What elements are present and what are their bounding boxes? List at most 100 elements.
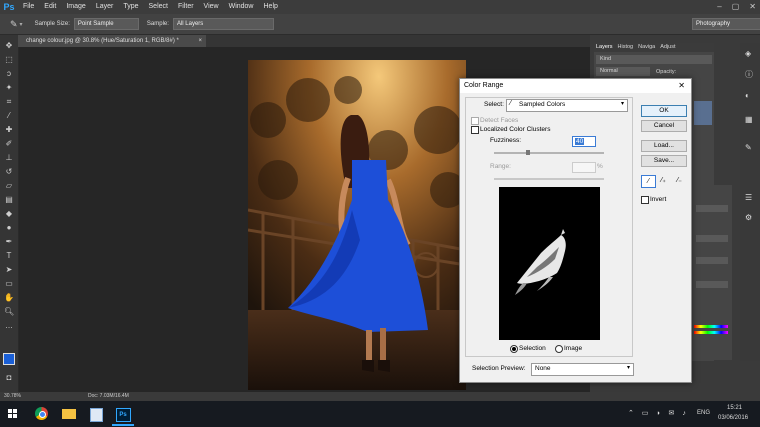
menu-file[interactable]: File <box>18 0 39 14</box>
fuzziness-input[interactable]: 40 <box>572 136 596 147</box>
range-unit: % <box>597 163 603 170</box>
path-select-icon[interactable]: ➤ <box>4 265 14 275</box>
sample-select[interactable]: All Layers <box>172 18 274 30</box>
tray-icons[interactable]: ⌃ ▭ ◗ ✉ ♪ <box>628 409 689 417</box>
selection-radio-label: Selection <box>519 345 546 352</box>
fuzziness-slider[interactable] <box>494 150 604 155</box>
layers-icon[interactable]: ◈ <box>745 49 755 59</box>
chevron-down-icon: ▾ <box>626 365 630 371</box>
selection-radio[interactable] <box>510 345 518 353</box>
clock-date[interactable]: 03/06/2016 <box>718 415 748 421</box>
tab-layers[interactable]: Layers <box>596 43 613 52</box>
close-icon[interactable]: ✕ <box>749 2 756 11</box>
tab-adjustments[interactable]: Adjust <box>660 43 675 52</box>
more-tools-icon[interactable]: … <box>4 321 14 331</box>
selection-preview[interactable] <box>499 187 600 340</box>
crop-tool-icon[interactable]: ⌗ <box>4 97 14 107</box>
localized-clusters-checkbox[interactable] <box>471 126 479 134</box>
dialog-title-bar: Color Range ✕ <box>460 79 691 93</box>
menu-type[interactable]: Type <box>118 0 143 14</box>
eraser-tool-icon[interactable]: ▱ <box>4 181 14 191</box>
history-brush-icon[interactable]: ↺ <box>4 167 14 177</box>
eyedropper-icon[interactable]: ⁄ <box>641 175 656 188</box>
fuzziness-label: Fuzziness: <box>490 137 522 144</box>
save-button[interactable]: Save... <box>641 155 687 167</box>
chrome-icon[interactable] <box>30 404 52 424</box>
photoshop-taskbar-icon[interactable]: Ps <box>112 404 134 426</box>
quick-mask-icon[interactable]: ◘ <box>4 373 14 383</box>
fuzziness-slider-thumb[interactable] <box>526 150 530 155</box>
image-radio[interactable] <box>555 345 563 353</box>
brush-tool-icon[interactable]: ✐ <box>4 139 14 149</box>
lasso-tool-icon[interactable]: ↄ <box>4 69 14 79</box>
windows-start-icon[interactable] <box>8 409 18 419</box>
cancel-button[interactable]: Cancel <box>641 120 687 132</box>
document-tab[interactable]: change colour.jpg @ 30.8% (Hue/Saturatio… <box>18 35 206 47</box>
load-button[interactable]: Load... <box>641 140 687 152</box>
menu-window[interactable]: Window <box>224 0 259 14</box>
info-icon[interactable]: ⓘ <box>745 69 755 79</box>
marquee-tool-icon[interactable]: ⬚ <box>4 55 14 65</box>
tab-navigator[interactable]: Naviga <box>638 43 655 52</box>
range-input[interactable] <box>572 162 596 173</box>
property-field[interactable] <box>696 235 728 242</box>
menu-select[interactable]: Select <box>144 0 173 14</box>
color-icon[interactable]: ◐ <box>745 91 755 101</box>
maximize-icon[interactable]: ▢ <box>732 2 740 11</box>
shape-tool-icon[interactable]: ▭ <box>4 279 14 289</box>
eyedropper-tool-icon[interactable]: ✎ <box>10 19 18 30</box>
zoom-level[interactable]: 30.78% <box>4 393 21 399</box>
select-dropdown[interactable]: ⁄ Sampled Colors ▾ <box>506 99 628 112</box>
dialog-close-icon[interactable]: ✕ <box>678 79 685 93</box>
menu-filter[interactable]: Filter <box>173 0 199 14</box>
type-tool-icon[interactable]: T <box>4 251 14 261</box>
clock-time[interactable]: 15:21 <box>727 405 742 411</box>
foreground-color-swatch[interactable] <box>3 353 15 365</box>
tab-histogram[interactable]: Histog <box>618 43 634 52</box>
blur-tool-icon[interactable]: ◆ <box>4 209 14 219</box>
layer-row-selected[interactable] <box>694 101 712 125</box>
move-tool-icon[interactable]: ✥ <box>4 41 14 51</box>
properties-icon[interactable]: ☰ <box>745 193 755 203</box>
notepad-icon[interactable] <box>85 404 107 424</box>
document-photo[interactable] <box>248 60 466 390</box>
sample-size-select[interactable]: Point Sample <box>73 18 139 30</box>
tool-preset-chevron-icon[interactable]: ▾ <box>20 21 23 28</box>
property-field[interactable] <box>696 257 728 264</box>
hue-spectrum-bar <box>694 331 728 334</box>
blend-mode-select[interactable]: Normal <box>596 67 650 76</box>
eyedropper-minus-icon[interactable]: ⁄₋ <box>673 175 686 186</box>
invert-checkbox[interactable] <box>641 196 649 204</box>
gradient-tool-icon[interactable]: ▤ <box>4 195 14 205</box>
pen-tool-icon[interactable]: ✒ <box>4 237 14 247</box>
property-field[interactable] <box>696 205 728 212</box>
workspace-select[interactable]: Photography <box>692 18 760 30</box>
hand-tool-icon[interactable]: ✋ <box>4 293 14 303</box>
healing-brush-icon[interactable]: ✚ <box>4 125 14 135</box>
dodge-tool-icon[interactable]: ● <box>4 223 14 233</box>
menu-edit[interactable]: Edit <box>39 0 61 14</box>
menu-image[interactable]: Image <box>61 0 90 14</box>
minimize-icon[interactable]: – <box>717 2 721 11</box>
file-explorer-icon[interactable] <box>58 404 80 424</box>
quick-select-tool-icon[interactable]: ✦ <box>4 83 14 93</box>
menu-view[interactable]: View <box>199 0 224 14</box>
zoom-tool-icon[interactable]: 🔍︎ <box>4 307 14 317</box>
language-indicator[interactable]: ENG <box>697 410 710 416</box>
property-field[interactable] <box>696 281 728 288</box>
detect-faces-checkbox[interactable] <box>471 117 479 125</box>
clone-stamp-icon[interactable]: ⊥ <box>4 153 14 163</box>
brush-panel-icon[interactable]: ✎ <box>745 143 755 153</box>
selection-preview-select[interactable]: None ▾ <box>531 363 634 376</box>
eyedropper-icon[interactable]: ⁄ <box>4 111 14 121</box>
eyedropper-plus-icon[interactable]: ⁄₊ <box>657 175 670 186</box>
swatches-icon[interactable]: ▦ <box>745 115 755 125</box>
range-slider[interactable] <box>494 178 604 180</box>
tab-close-icon[interactable]: × <box>198 35 202 47</box>
menu-layer[interactable]: Layer <box>91 0 119 14</box>
layer-filter-kind[interactable]: Kind <box>596 55 712 64</box>
adjustments-icon[interactable]: ⚙ <box>745 213 755 223</box>
photo-image <box>248 60 466 390</box>
menu-help[interactable]: Help <box>259 0 283 14</box>
ok-button[interactable]: OK <box>641 105 687 117</box>
